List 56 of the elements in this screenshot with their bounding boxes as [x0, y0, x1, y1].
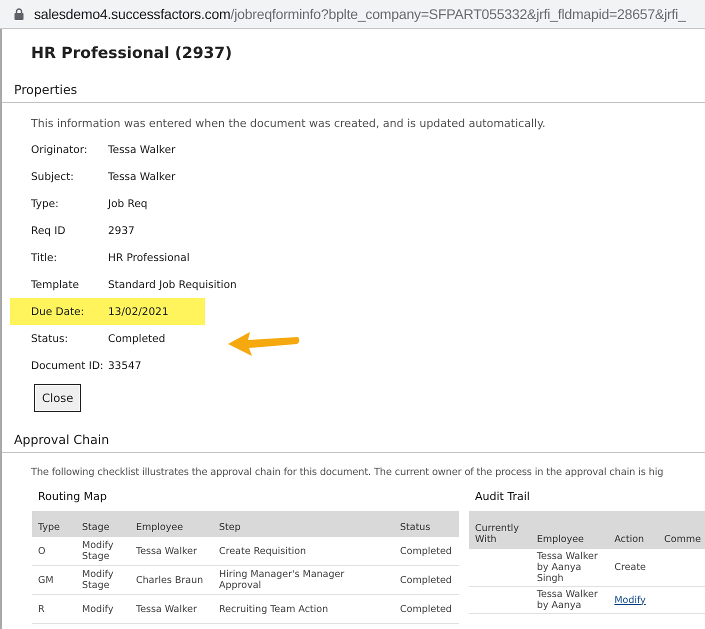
table-title: Routing Map — [37, 490, 108, 505]
column-header: Type — [32, 511, 76, 537]
info-text: The following checklist illustrates the approval chain for this document. The current owner of the process in the approval chain is hig — [31, 467, 664, 478]
field-label: Title: — [31, 252, 58, 264]
column-header: Currently With — [469, 511, 531, 549]
table-cell: Tessa Walker by Aanya Singh — [530, 549, 608, 586]
arrow-icon — [228, 332, 300, 356]
table-cell: Create — [608, 549, 658, 586]
table-cell: Completed — [394, 537, 459, 566]
table-cell: Completed — [394, 594, 459, 624]
field-label: Document ID: — [31, 360, 104, 372]
column-header: Status — [394, 511, 459, 537]
table-cell: R — [32, 594, 76, 624]
field-label: Template — [31, 278, 80, 290]
table-title: Audit Trail — [474, 490, 531, 505]
field-value: 2937 — [108, 224, 135, 236]
table-cell: Modify Stage — [76, 537, 130, 566]
action-link[interactable]: Modify — [614, 594, 646, 606]
table-cell: Tessa Walker by Aanya — [530, 586, 608, 614]
section-heading: Properties — [2, 74, 705, 103]
column-header: Stage — [76, 511, 130, 537]
table-cell: Create Requisition — [213, 537, 394, 566]
field-value: Completed — [108, 332, 166, 344]
lock-icon — [14, 8, 24, 20]
close-button[interactable]: Close — [34, 384, 82, 412]
column-header: Employee — [530, 511, 608, 549]
column-header: Employee — [130, 511, 213, 537]
field-value: 13/02/2021 — [108, 306, 169, 318]
field-value: Job Req — [108, 198, 148, 210]
section-heading: Approval Chain — [2, 424, 705, 453]
field-label: Due Date: — [31, 306, 86, 318]
table-cell: Modify — [76, 594, 130, 624]
field-value: Standard Job Requisition — [108, 278, 237, 290]
table-cell: Tessa Walker — [130, 537, 213, 566]
table-cell: Hiring Manager's Manager Approval — [213, 566, 394, 594]
table-cell: Tessa Walker — [130, 594, 213, 624]
field-label: Req ID — [31, 224, 66, 236]
field-label: Subject: — [31, 170, 75, 182]
table-cell: Recruiting Team Action — [213, 594, 394, 624]
table-cell: Completed — [394, 566, 459, 594]
page-title: HR Professional (2937) — [30, 43, 234, 64]
table-cell: Modify Stage — [76, 566, 130, 594]
field-value: HR Professional — [108, 252, 190, 264]
table-cell: GM — [32, 566, 76, 594]
field-label: Status: — [31, 332, 69, 344]
field-value: 33547 — [108, 360, 142, 372]
field-label: Originator: — [31, 144, 88, 156]
field-value: Tessa Walker — [108, 170, 176, 182]
column-header: Comme — [658, 511, 705, 549]
table-cell: O — [32, 537, 76, 566]
column-header: Action — [608, 511, 658, 549]
field-label: Type: — [31, 198, 60, 210]
info-text: This information was entered when the document was created, and is updated automatically. — [31, 117, 547, 130]
table-cell: Charles Braun — [130, 566, 213, 594]
column-header: Step — [213, 511, 394, 537]
field-value: Tessa Walker — [108, 144, 176, 156]
